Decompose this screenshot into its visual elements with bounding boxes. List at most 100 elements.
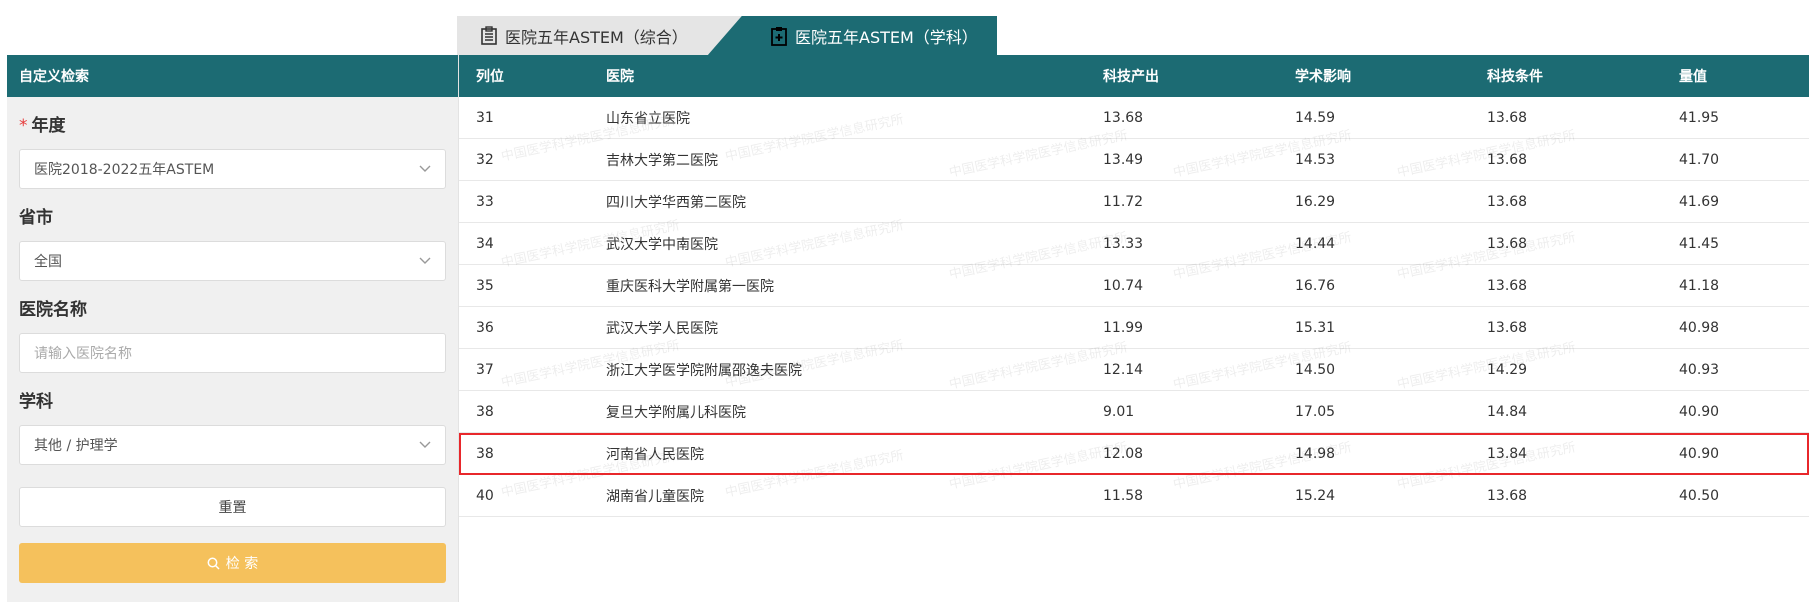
rank-cell: 33 xyxy=(476,193,494,210)
rank-cell: 34 xyxy=(476,235,494,252)
conditions-cell: 13.68 xyxy=(1487,109,1528,126)
output-cell: 11.99 xyxy=(1103,319,1144,336)
chevron-down-icon xyxy=(419,257,431,264)
column-header-conditions[interactable]: 科技条件 xyxy=(1487,55,1543,97)
hospital-cell: 吉林大学第二医院 xyxy=(606,152,718,169)
conditions-cell: 13.68 xyxy=(1487,277,1528,294)
reset-button[interactable]: 重置 xyxy=(19,487,446,527)
hospital-cell: 武汉大学人民医院 xyxy=(606,320,718,337)
tab-bar: 医院五年ASTEM（综合） 医院五年ASTEM（学科） xyxy=(457,16,997,56)
output-cell: 13.33 xyxy=(1103,235,1144,252)
conditions-cell: 13.68 xyxy=(1487,487,1528,504)
custom-search-panel: 自定义检索 * 年度 医院2018-2022五年ASTEM 省市 全国 医院名称 … xyxy=(7,55,458,602)
impact-cell: 15.31 xyxy=(1295,319,1336,336)
table-row[interactable]: 31 山东省立医院 13.68 14.59 13.68 41.95 xyxy=(459,97,1809,139)
column-header-rank[interactable]: 列位 xyxy=(476,55,504,97)
hospital-name-placeholder: 请输入医院名称 xyxy=(34,346,132,362)
conditions-cell: 14.84 xyxy=(1487,403,1528,420)
rank-cell: 38 xyxy=(476,403,494,420)
conditions-cell: 13.68 xyxy=(1487,319,1528,336)
rank-cell: 38 xyxy=(476,445,494,462)
clipboard-icon xyxy=(771,27,787,46)
building-icon xyxy=(481,26,497,45)
column-header-impact[interactable]: 学术影响 xyxy=(1295,55,1351,97)
year-select[interactable]: 医院2018-2022五年ASTEM xyxy=(19,149,446,189)
conditions-cell: 13.84 xyxy=(1487,445,1528,462)
table-row[interactable]: 36 武汉大学人民医院 11.99 15.31 13.68 40.98 xyxy=(459,307,1809,349)
tab-comprehensive[interactable]: 医院五年ASTEM（综合） xyxy=(457,16,747,56)
impact-cell: 14.53 xyxy=(1295,151,1336,168)
output-cell: 12.14 xyxy=(1103,361,1144,378)
impact-cell: 14.98 xyxy=(1295,445,1336,462)
score-cell: 40.98 xyxy=(1679,319,1720,336)
score-cell: 41.69 xyxy=(1679,193,1720,210)
score-cell: 40.93 xyxy=(1679,361,1720,378)
panel-title: 自定义检索 xyxy=(7,55,458,97)
chevron-down-icon xyxy=(419,165,431,172)
conditions-cell: 14.29 xyxy=(1487,361,1528,378)
discipline-select-value: 其他 / 护理学 xyxy=(34,438,118,454)
score-cell: 40.90 xyxy=(1679,445,1720,462)
hospital-cell: 河南省人民医院 xyxy=(606,446,704,463)
search-button[interactable]: 检 索 xyxy=(19,543,446,583)
output-cell: 13.49 xyxy=(1103,151,1144,168)
required-mark: * xyxy=(19,116,28,136)
table-row[interactable]: 32 吉林大学第二医院 13.49 14.53 13.68 41.70 xyxy=(459,139,1809,181)
output-cell: 11.58 xyxy=(1103,487,1144,504)
hospital-name-label: 医院名称 xyxy=(19,300,87,320)
output-cell: 12.08 xyxy=(1103,445,1144,462)
hospital-cell: 四川大学华西第二医院 xyxy=(606,194,746,211)
column-header-hospital[interactable]: 医院 xyxy=(606,55,634,97)
hospital-cell: 浙江大学医学院附属邵逸夫医院 xyxy=(606,362,802,379)
hospital-cell: 武汉大学中南医院 xyxy=(606,236,718,253)
search-icon xyxy=(207,557,220,570)
column-header-score[interactable]: 量值 xyxy=(1679,55,1707,97)
province-label: 省市 xyxy=(19,208,53,228)
table-row[interactable]: 38 复旦大学附属儿科医院 9.01 17.05 14.84 40.90 xyxy=(459,391,1809,433)
rank-cell: 40 xyxy=(476,487,494,504)
tab-comprehensive-label: 医院五年ASTEM（综合） xyxy=(505,28,688,47)
discipline-label: 学科 xyxy=(19,392,53,412)
table-header: 列位 医院 科技产出 学术影响 科技条件 量值 xyxy=(459,55,1809,97)
table-row[interactable]: 37 浙江大学医学院附属邵逸夫医院 12.14 14.50 14.29 40.93 xyxy=(459,349,1809,391)
tab-discipline[interactable]: 医院五年ASTEM（学科） xyxy=(707,16,997,56)
output-cell: 11.72 xyxy=(1103,193,1144,210)
table-row[interactable]: 34 武汉大学中南医院 13.33 14.44 13.68 41.45 xyxy=(459,223,1809,265)
table-row[interactable]: 33 四川大学华西第二医院 11.72 16.29 13.68 41.69 xyxy=(459,181,1809,223)
table-row-highlighted[interactable]: 38 河南省人民医院 12.08 14.98 13.84 40.90 xyxy=(459,433,1809,475)
impact-cell: 17.05 xyxy=(1295,403,1336,420)
score-cell: 41.95 xyxy=(1679,109,1720,126)
impact-cell: 15.24 xyxy=(1295,487,1336,504)
hospital-cell: 复旦大学附属儿科医院 xyxy=(606,404,746,421)
table-body: 31 山东省立医院 13.68 14.59 13.68 41.95 32 吉林大学第二医院 13… xyxy=(459,97,1809,517)
hospital-name-input[interactable]: 请输入医院名称 xyxy=(19,333,446,373)
score-cell: 40.90 xyxy=(1679,403,1720,420)
hospital-cell: 山东省立医院 xyxy=(606,110,690,127)
table-row[interactable]: 40 湖南省儿童医院 11.58 15.24 13.68 40.50 xyxy=(459,475,1809,517)
rank-cell: 35 xyxy=(476,277,494,294)
score-cell: 41.45 xyxy=(1679,235,1720,252)
score-cell: 41.18 xyxy=(1679,277,1720,294)
output-cell: 13.68 xyxy=(1103,109,1144,126)
output-cell: 9.01 xyxy=(1103,403,1135,420)
province-select-value: 全国 xyxy=(34,254,62,270)
rank-cell: 37 xyxy=(476,361,494,378)
conditions-cell: 13.68 xyxy=(1487,193,1528,210)
impact-cell: 14.44 xyxy=(1295,235,1336,252)
rank-cell: 36 xyxy=(476,319,494,336)
discipline-select[interactable]: 其他 / 护理学 xyxy=(19,425,446,465)
table-row[interactable]: 35 重庆医科大学附属第一医院 10.74 16.76 13.68 41.18 xyxy=(459,265,1809,307)
province-select[interactable]: 全国 xyxy=(19,241,446,281)
impact-cell: 16.76 xyxy=(1295,277,1336,294)
impact-cell: 16.29 xyxy=(1295,193,1336,210)
results-table: 列位 医院 科技产出 学术影响 科技条件 量值 31 山东省立医院 13.68 14.… xyxy=(458,55,1809,602)
rank-cell: 31 xyxy=(476,109,494,126)
column-header-output[interactable]: 科技产出 xyxy=(1103,55,1159,97)
year-select-value: 医院2018-2022五年ASTEM xyxy=(34,162,215,178)
rank-cell: 32 xyxy=(476,151,494,168)
hospital-cell: 重庆医科大学附属第一医院 xyxy=(606,278,774,295)
chevron-down-icon xyxy=(419,441,431,448)
year-label: * 年度 xyxy=(19,116,66,136)
hospital-cell: 湖南省儿童医院 xyxy=(606,488,704,505)
conditions-cell: 13.68 xyxy=(1487,151,1528,168)
